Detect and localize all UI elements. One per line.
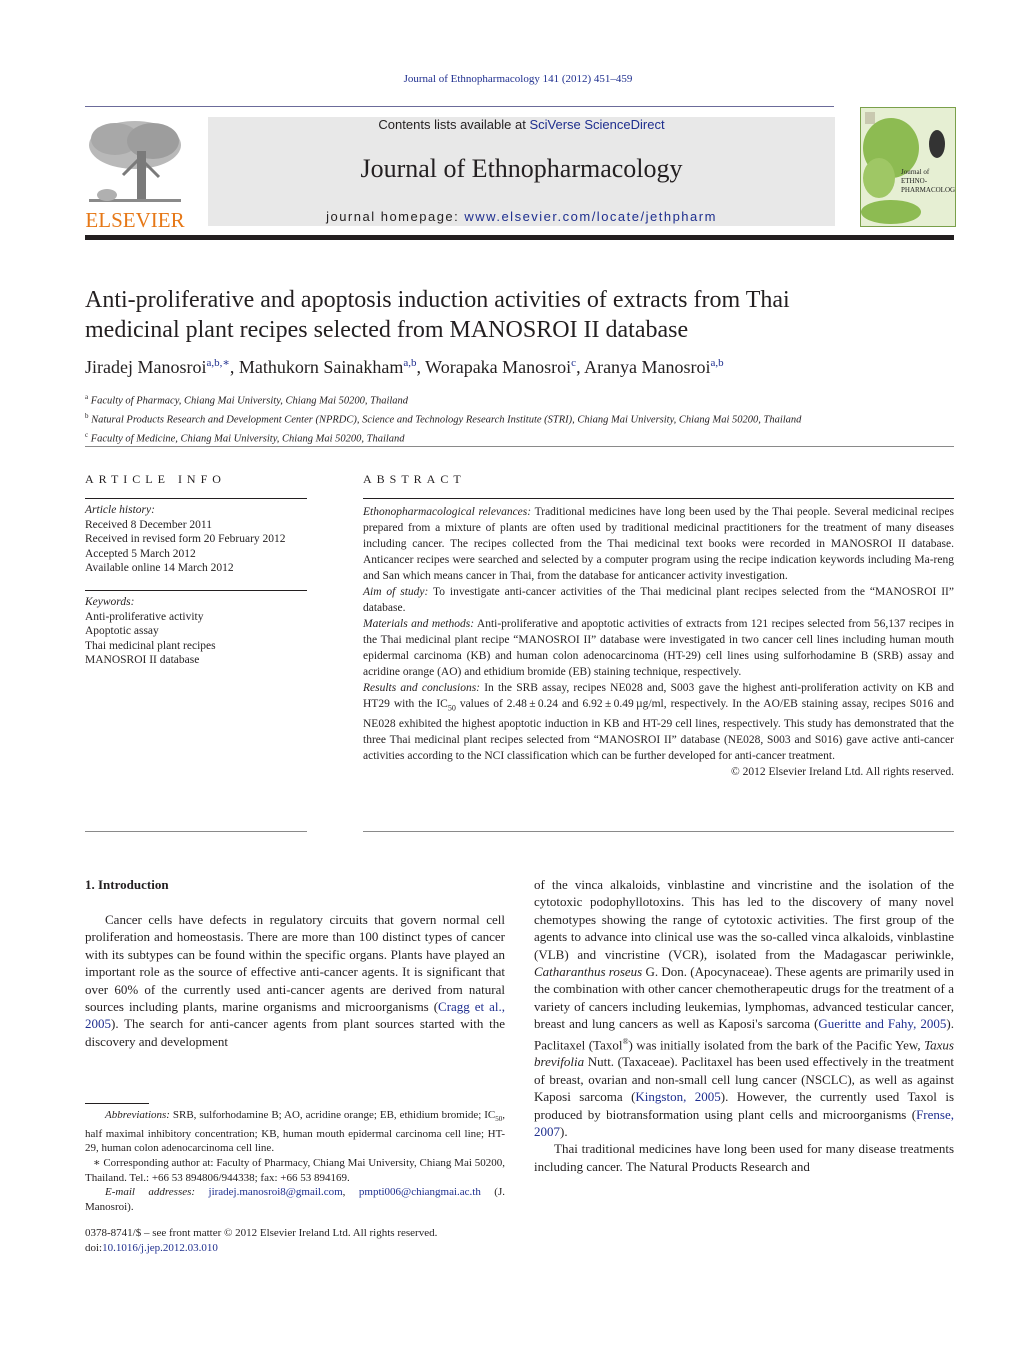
history-item: Received 8 December 2011 xyxy=(85,518,212,531)
abstract-section: Ethonopharmacological relevances: Tradit… xyxy=(363,506,954,582)
elsevier-tree-icon xyxy=(89,121,181,202)
journal-citation[interactable]: Journal of Ethnopharmacology 141 (2012) … xyxy=(0,73,1021,85)
abstract-rule xyxy=(363,498,954,499)
corresponding-author-footnote: ∗ Corresponding author at: Faculty of Ph… xyxy=(85,1156,505,1184)
journal-homepage: journal homepage: www.elsevier.com/locat… xyxy=(326,209,717,224)
affiliation: b Natural Products Research and Developm… xyxy=(85,411,802,426)
doi-link[interactable]: 10.1016/j.jep.2012.03.010 xyxy=(102,1242,218,1254)
footnote-rule xyxy=(85,1103,149,1104)
keyword: Apoptotic assay xyxy=(85,625,159,637)
svg-text:PHARMACOLOGY: PHARMACOLOGY xyxy=(901,186,955,194)
abstract-section: Results and conclusions: In the SRB assa… xyxy=(363,682,955,763)
author[interactable]: Aranya Manosroia,b xyxy=(584,357,724,377)
journal-masthead: Contents lists available at SciVerse Sci… xyxy=(208,117,835,226)
keyword: Thai medicinal plant recipes xyxy=(85,639,216,652)
affiliation-divider xyxy=(85,446,954,447)
svg-text:Journal of: Journal of xyxy=(901,168,930,176)
article-info-bottom-rule xyxy=(85,831,307,832)
journal-title: Journal of Ethnopharmacology xyxy=(360,154,683,183)
keywords-rule xyxy=(85,590,307,591)
email-footnote: E-mail addresses: jiradej.manosroi8@gmai… xyxy=(85,1186,505,1213)
intro-column-left: Cancer cells have defects in regulatory … xyxy=(85,911,505,1050)
sciencedirect-link[interactable]: SciVerse ScienceDirect xyxy=(529,117,664,132)
elsevier-logo: ELSEVIER xyxy=(85,117,185,232)
citation-link[interactable]: Journal of Ethnopharmacology 141 (2012) … xyxy=(404,73,633,85)
history-item: Available online 14 March 2012 xyxy=(85,562,234,574)
abbreviations-footnote: Abbreviations: SRB, sulforhodamine B; AO… xyxy=(85,1109,505,1155)
front-matter: 0378-8741/$ – see front matter © 2012 El… xyxy=(85,1227,438,1254)
intro-paragraph: Cancer cells have defects in regulatory … xyxy=(85,912,505,1049)
author[interactable]: Worapaka Manosroic xyxy=(425,357,576,377)
intro-column-right: of the vinca alkaloids, vinblastine and … xyxy=(534,876,954,1175)
history-item: Received in revised form 20 February 201… xyxy=(85,533,286,545)
keywords: Keywords: Anti-proliferative activity Ap… xyxy=(85,595,307,668)
affiliations: a Faculty of Pharmacy, Chiang Mai Univer… xyxy=(85,390,965,446)
intro-paragraph: Thai traditional medicines have long bee… xyxy=(534,1141,954,1174)
journal-cover-thumbnail[interactable]: Journal of ETHNO- PHARMACOLOGY xyxy=(860,107,960,227)
svg-text:ETHNO-: ETHNO- xyxy=(901,177,928,185)
abstract-heading: ABSTRACT xyxy=(363,472,466,486)
header-thick-rule xyxy=(85,235,954,240)
abstract-copyright: © 2012 Elsevier Ireland Ltd. All rights … xyxy=(730,766,954,779)
author[interactable]: Mathukorn Sainakhama,b xyxy=(239,357,417,377)
contents-line: Contents lists available at SciVerse Sci… xyxy=(378,117,665,132)
intro-paragraph-continued: of the vinca alkaloids, vinblastine and … xyxy=(534,877,955,1140)
article-title: Anti-proliferative and apoptosis inducti… xyxy=(85,287,790,343)
cover-illustration-icon: Journal of ETHNO- PHARMACOLOGY xyxy=(861,112,960,224)
abstract-body: Ethonopharmacological relevances: Tradit… xyxy=(363,504,954,780)
header-divider xyxy=(85,106,834,107)
author-list: Jiradej Manosroia,b,∗, Mathukorn Sainakh… xyxy=(85,357,724,377)
ref-link[interactable]: Gueritte and Fahy, 2005 xyxy=(818,1016,946,1031)
affiliation: c Faculty of Medicine, Chiang Mai Univer… xyxy=(85,430,405,445)
ref-link[interactable]: Kingston, 2005 xyxy=(635,1089,720,1104)
article-history: Article history: Received 8 December 201… xyxy=(85,503,307,576)
keyword: Anti-proliferative activity xyxy=(85,610,204,623)
abstract-bottom-rule xyxy=(363,831,954,832)
article-info-rule xyxy=(85,498,307,499)
history-item: Accepted 5 March 2012 xyxy=(85,547,196,560)
article-info-heading: ARTICLE INFO xyxy=(85,472,226,486)
elsevier-wordmark: ELSEVIER xyxy=(85,208,185,232)
abstract-section: Aim of study: To investigate anti-cancer… xyxy=(363,586,954,614)
author[interactable]: Jiradej Manosroia,b,∗ xyxy=(85,357,230,377)
email-link[interactable]: pmpti006@chiangmai.ac.th xyxy=(359,1186,481,1198)
email-link[interactable]: jiradej.manosroi8@gmail.com xyxy=(209,1186,343,1198)
homepage-link[interactable]: www.elsevier.com/locate/jethpharm xyxy=(464,209,717,224)
footnotes: Abbreviations: SRB, sulforhodamine B; AO… xyxy=(85,1108,505,1214)
affiliation: a Faculty of Pharmacy, Chiang Mai Univer… xyxy=(85,393,409,407)
section-heading-introduction: 1. Introduction xyxy=(85,877,169,892)
abstract-section: Materials and methods: Anti-proliferativ… xyxy=(363,618,954,678)
keyword: MANOSROI II database xyxy=(85,654,200,666)
